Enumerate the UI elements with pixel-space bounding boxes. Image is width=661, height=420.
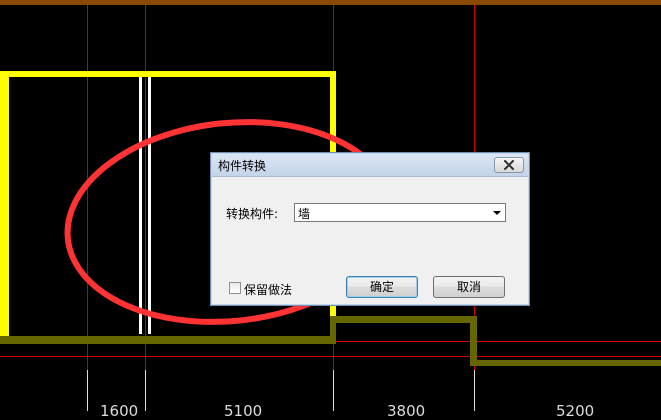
close-button[interactable] <box>494 157 524 173</box>
keep-method-label[interactable]: 保留做法 <box>244 281 292 298</box>
beam-segment <box>0 336 336 344</box>
top-frame-band <box>0 0 661 5</box>
cancel-button[interactable]: 取消 <box>433 276 505 298</box>
dimension-label: 1600 <box>100 402 139 420</box>
dimension-label: 3800 <box>387 402 426 420</box>
beam-segment <box>470 316 477 364</box>
column-edge-left <box>139 77 142 334</box>
dimension-label: 5100 <box>224 402 263 420</box>
component-type-value: 墙 <box>298 207 311 221</box>
beam-segment <box>330 316 336 344</box>
dialog-titlebar[interactable]: 构件转换 <box>212 154 528 177</box>
wall-top <box>0 71 336 77</box>
convert-component-label: 转换构件: <box>226 207 279 221</box>
dimension-label: 5200 <box>556 402 595 420</box>
dialog-title: 构件转换 <box>218 159 267 173</box>
column-edge-right <box>148 77 151 334</box>
beam-segment <box>330 316 476 323</box>
ok-button[interactable]: 确定 <box>346 276 418 298</box>
close-icon <box>504 160 514 170</box>
component-type-select[interactable]: 墙 <box>294 203 506 222</box>
beam-segment <box>470 360 661 366</box>
wall-left <box>0 71 9 344</box>
chevron-down-icon <box>493 211 501 215</box>
component-convert-dialog: 构件转换 转换构件: 墙 保留做法 确定 取消 <box>210 152 530 306</box>
dialog-body: 转换构件: 墙 保留做法 确定 取消 <box>212 177 528 304</box>
keep-method-checkbox[interactable] <box>229 282 241 294</box>
